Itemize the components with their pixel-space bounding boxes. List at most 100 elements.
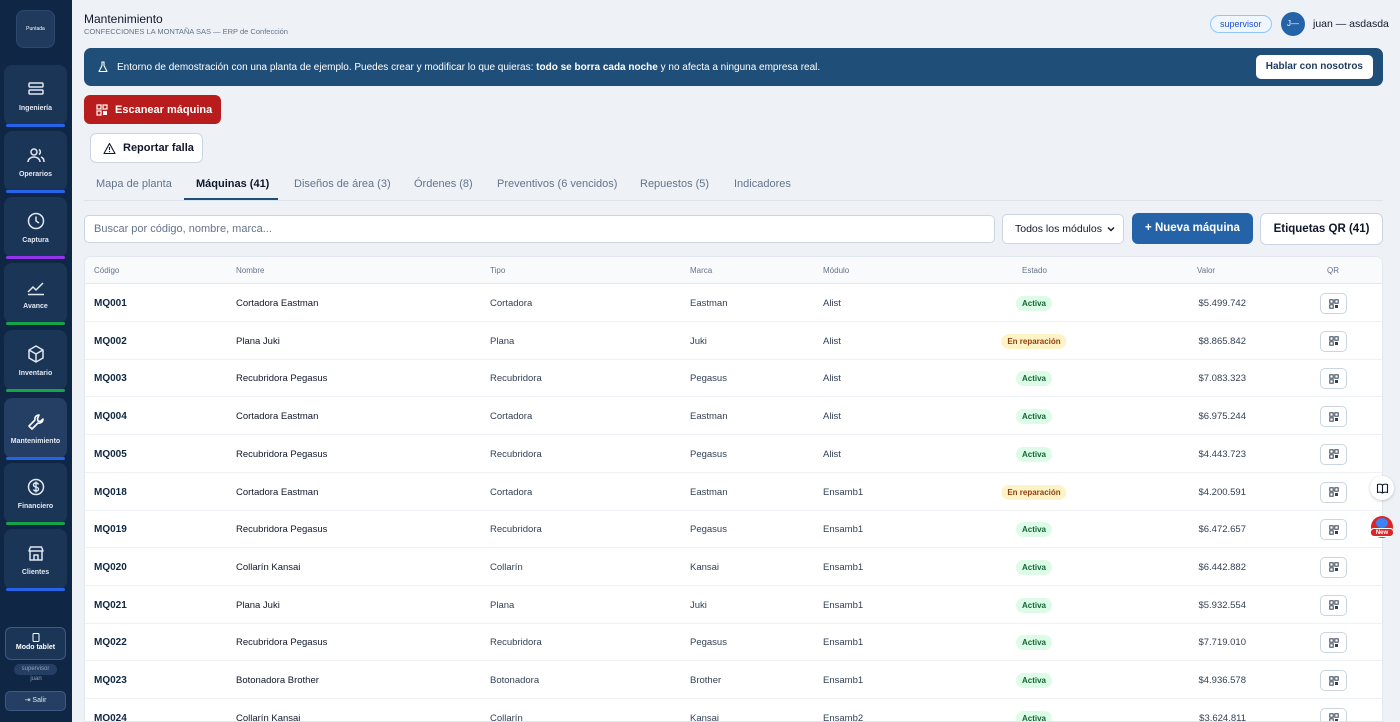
globe-icon	[1376, 518, 1388, 528]
table-row[interactable]: MQ002 Plana Juki Plana Juki Alist En reparaci…	[85, 322, 1382, 360]
sidebar-item-clientes[interactable]: Clientes	[4, 529, 67, 591]
table-row[interactable]: MQ019 Recubridora Pegasus Recubridora Pegas…	[85, 510, 1382, 549]
table-row[interactable]: MQ023 Botonadora Brother Botonadora Brother…	[85, 661, 1382, 699]
users-icon	[26, 147, 45, 162]
tab-preventive[interactable]: Preventivos (6 vencidos)	[497, 178, 617, 190]
sidebar-item-avance[interactable]: Avance	[4, 263, 67, 325]
new-machine-button[interactable]: + Nueva máquina	[1132, 213, 1253, 244]
qr-button[interactable]	[1320, 330, 1347, 352]
machine-code[interactable]: MQ020	[94, 562, 127, 573]
machine-name: Plana Juki	[236, 335, 280, 347]
report-fault-button[interactable]: Reportar falla	[90, 133, 203, 163]
docs-button[interactable]	[1370, 476, 1394, 500]
table-header: Código Nombre Tipo Marca Módulo Estado V…	[85, 257, 1382, 284]
qr-icon	[1328, 600, 1339, 610]
tab-plant-map[interactable]: Mapa de planta	[96, 178, 172, 190]
module-filter-select[interactable]: Todos los módulos	[1002, 214, 1124, 244]
machine-value: $6.442.882	[1198, 561, 1246, 573]
machine-code[interactable]: MQ024	[94, 713, 127, 721]
tab-indicators[interactable]: Indicadores	[734, 178, 791, 190]
qr-button[interactable]	[1320, 293, 1347, 314]
machine-type: Recubridora	[490, 524, 542, 536]
sidebar-item-label: Clientes	[21, 568, 50, 576]
machine-code[interactable]: MQ018	[94, 487, 127, 498]
sidebar-item-mantenimiento[interactable]: Mantenimiento	[4, 398, 67, 460]
qr-icon	[1328, 524, 1339, 535]
column-header-name[interactable]: Nombre	[236, 266, 264, 275]
scan-machine-button[interactable]: Escanear máquina	[84, 95, 221, 124]
tab-spare-parts[interactable]: Repuestos (5)	[640, 178, 709, 190]
search-input[interactable]	[84, 215, 995, 243]
machine-brand: Pegasus	[690, 637, 727, 649]
sidebar-item-label: Operarios	[18, 170, 53, 178]
table-row[interactable]: MQ005 Recubridora Pegasus Recubridora Pegas…	[85, 435, 1382, 473]
qr-button[interactable]	[1320, 368, 1347, 390]
logout-button[interactable]: ⇥ Salir	[5, 691, 66, 711]
table-row[interactable]: MQ003 Recubridora Pegasus Recubridora Pegas…	[85, 359, 1382, 398]
machine-brand: Kansai	[690, 712, 720, 722]
qr-button[interactable]	[1320, 443, 1347, 465]
machine-brand: Kansai	[690, 561, 720, 573]
machine-brand: Pegasus	[690, 373, 727, 385]
column-header-brand[interactable]: Marca	[690, 266, 712, 275]
machine-module: Alist	[823, 448, 841, 460]
table-row[interactable]: MQ004 Cortadora Eastman Cortadora Eastman Al…	[85, 397, 1382, 436]
machine-module: Ensamb1	[823, 599, 864, 611]
sidebar-item-captura[interactable]: Captura	[4, 197, 67, 259]
machine-type: Recubridora	[490, 448, 542, 460]
tab-orders[interactable]: Órdenes (8)	[414, 178, 473, 190]
column-header-code[interactable]: Código	[94, 266, 119, 275]
table-row[interactable]: MQ022 Recubridora Pegasus Recubridora Pegas…	[85, 623, 1382, 662]
sidebar-item-financiero[interactable]: Financiero	[4, 463, 67, 525]
table-row[interactable]: MQ024 Collarín Kansai Collarín Kansai Ensamb…	[85, 699, 1382, 722]
machine-code[interactable]: MQ022	[94, 637, 127, 648]
sidebar-item-ingenieria[interactable]: Ingeniería	[4, 65, 67, 127]
machine-code[interactable]: MQ003	[94, 373, 127, 384]
machine-code[interactable]: MQ023	[94, 675, 127, 686]
machine-code[interactable]: MQ005	[94, 449, 127, 460]
report-fault-label: Reportar falla	[123, 142, 194, 154]
qr-icon	[1328, 713, 1339, 721]
company-subtitle: CONFECCIONES LA MONTAÑA SAS — ERP de Con…	[84, 27, 288, 36]
logout-icon: ⇥	[24, 697, 31, 704]
tablet-mode-button[interactable]: Modo tablet	[5, 627, 66, 660]
qr-button[interactable]	[1320, 670, 1347, 691]
machine-code[interactable]: MQ004	[94, 411, 127, 422]
sidebar-item-accent	[6, 588, 65, 591]
qr-button[interactable]	[1320, 707, 1347, 721]
tab-area-designs[interactable]: Diseños de área (3)	[294, 178, 391, 190]
qr-button[interactable]	[1320, 632, 1347, 654]
tab-machines[interactable]: Máquinas (41)	[196, 178, 269, 190]
column-header-type[interactable]: Tipo	[490, 266, 505, 275]
machine-module: Alist	[823, 298, 841, 309]
machine-type: Cortadora	[490, 411, 533, 423]
sidebar-item-operarios[interactable]: Operarios	[4, 131, 67, 193]
machine-code[interactable]: MQ002	[94, 336, 127, 347]
machine-type: Cortadora	[490, 298, 533, 309]
machine-code[interactable]: MQ021	[94, 600, 127, 611]
machine-code[interactable]: MQ019	[94, 524, 127, 535]
machine-code[interactable]: MQ001	[94, 298, 127, 309]
qr-button[interactable]	[1320, 406, 1347, 428]
contact-us-button[interactable]: Hablar con nosotros	[1255, 55, 1373, 79]
machine-brand: Eastman	[690, 486, 728, 498]
qr-button[interactable]	[1320, 594, 1347, 616]
qr-button[interactable]	[1320, 481, 1347, 503]
column-header-status[interactable]: Estado	[1022, 266, 1047, 275]
table-row[interactable]: MQ018 Cortadora Eastman Cortadora Eastman En…	[85, 473, 1382, 511]
qr-labels-button[interactable]: Etiquetas QR (41)	[1260, 213, 1383, 245]
table-row[interactable]: MQ020 Collarín Kansai Collarín Kansai Ensamb…	[85, 548, 1382, 586]
table-row[interactable]: MQ021 Plana Juki Plana Juki Ensamb1 Activa $5.…	[85, 586, 1382, 624]
user-name[interactable]: juan — asdasda	[1313, 18, 1389, 30]
qr-button[interactable]	[1320, 519, 1347, 541]
avatar[interactable]: J—	[1281, 12, 1305, 36]
sidebar-item-inventario[interactable]: Inventario	[4, 330, 67, 392]
sidebar-item-label: Ingeniería	[18, 104, 53, 112]
column-header-value[interactable]: Valor	[1197, 266, 1215, 275]
machine-type: Recubridora	[490, 637, 542, 649]
qr-button[interactable]	[1320, 556, 1347, 578]
whats-new-button[interactable]: New	[1370, 516, 1394, 538]
table-row[interactable]: MQ001 Cortadora Eastman Cortadora Eastman Al…	[85, 284, 1382, 322]
column-header-module[interactable]: Módulo	[823, 266, 849, 275]
app-logo[interactable]: Puntada	[16, 10, 55, 48]
